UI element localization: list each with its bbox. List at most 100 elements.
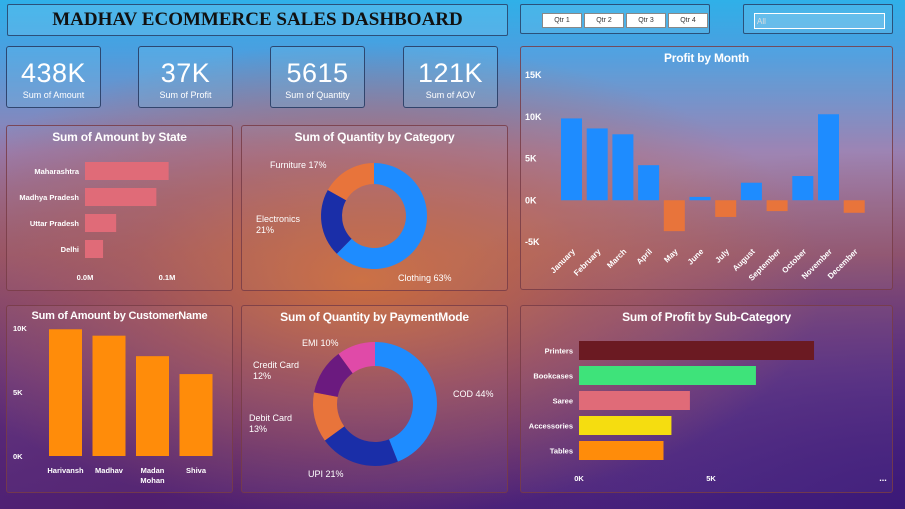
customer-bar <box>92 335 126 456</box>
subcategory-bar <box>579 441 664 460</box>
month-bar <box>638 165 660 201</box>
month-bar <box>586 128 608 201</box>
month-bar <box>715 200 737 217</box>
category-label: 21% <box>256 225 274 235</box>
quantity-by-category-chart: Clothing 63% Electronics21% Furniture 17% <box>256 160 452 283</box>
month-label: June <box>686 247 706 267</box>
amount-by-customer-chart: 10K 5K 0K Harivansh Madhav MadanMohan Shiva <box>13 324 213 485</box>
amount-by-state-panel: Sum of Amount by State Maharashtra Madhya… <box>6 125 233 291</box>
customer-label: Harivansh <box>47 466 84 475</box>
subcategory-label: Bookcases <box>533 372 573 381</box>
quarter-slicer: Qtr 1 Qtr 2 Qtr 3 Qtr 4 <box>520 4 710 34</box>
x-tick-label: 0K <box>574 474 584 483</box>
chart-title: Profit by Month <box>664 51 749 65</box>
category-label: Furniture 17% <box>270 160 327 170</box>
customer-label: Mohan <box>140 476 165 485</box>
month-label: May <box>662 247 680 265</box>
more-options-icon: ... <box>879 473 887 483</box>
quarter-button-3[interactable]: Qtr 3 <box>626 13 666 28</box>
y-tick-label: 15K <box>525 70 542 80</box>
month-label: July <box>713 247 731 265</box>
payment-label: 12% <box>253 371 271 381</box>
amount-by-state-chart: Maharashtra Madhya Pradesh Uttar Pradesh De… <box>19 162 176 282</box>
kpi-card-profit: 37K Sum of Profit <box>138 46 233 108</box>
kpi-label: Sum of Amount <box>22 90 85 100</box>
subcategory-bar <box>579 366 756 385</box>
payment-label: COD 44% <box>453 389 494 399</box>
y-tick-label: 5K <box>13 388 23 397</box>
payment-label: 13% <box>249 424 267 434</box>
quarter-button-4[interactable]: Qtr 4 <box>668 13 708 28</box>
category-label: Electronics <box>256 214 301 224</box>
filter-input[interactable] <box>754 13 885 29</box>
quarter-button-1[interactable]: Qtr 1 <box>542 13 582 28</box>
amount-by-customer-panel: Sum of Amount by CustomerName 10K 5K 0K Har… <box>6 305 233 493</box>
kpi-label: Sum of Quantity <box>285 90 350 100</box>
customer-label: Madhav <box>95 466 124 475</box>
customer-bar <box>179 374 213 456</box>
profit-by-subcategory-panel: Sum of Profit by Sub-Category Printers Bo… <box>520 305 893 493</box>
profit-by-month-chart: 15K10K5K0K-5KJanuaryFebruary March April Ma… <box>525 70 865 283</box>
state-bar <box>85 240 104 258</box>
month-bar <box>612 134 634 201</box>
category-label: Clothing 63% <box>398 273 452 283</box>
kpi-card-amount: 438K Sum of Amount <box>6 46 101 108</box>
kpi-value: 37K <box>160 58 211 88</box>
quantity-by-payment-chart: COD 44% UPI 21% Debit Card13% Credit Card12… <box>249 338 494 479</box>
month-bar <box>561 118 582 201</box>
kpi-value: 121K <box>417 58 484 88</box>
state-bar <box>85 188 157 206</box>
month-label: March <box>605 247 628 270</box>
subcategory-bar <box>579 416 672 435</box>
subcategory-bar <box>579 391 690 410</box>
quarter-button-2[interactable]: Qtr 2 <box>584 13 624 28</box>
subcategory-bar <box>579 341 815 360</box>
kpi-label: Sum of AOV <box>425 90 476 100</box>
chart-title: Sum of Quantity by PaymentMode <box>280 310 469 324</box>
chart-title: Sum of Amount by CustomerName <box>31 310 208 322</box>
chart-title: Sum of Quantity by Category <box>294 130 455 144</box>
month-bar <box>818 114 839 201</box>
state-bar <box>85 162 169 180</box>
y-tick-label: -5K <box>525 237 540 247</box>
payment-label: Credit Card <box>253 360 299 370</box>
state-label: Madhya Pradesh <box>19 193 79 202</box>
payment-label: EMI 10% <box>302 338 339 348</box>
chart-title: Sum of Amount by State <box>52 130 187 144</box>
customer-bar <box>49 329 82 456</box>
y-tick-label: 10K <box>525 112 542 122</box>
month-label: February <box>572 247 603 278</box>
x-tick-label: 0.0M <box>77 273 94 282</box>
y-tick-label: 10K <box>13 324 27 333</box>
kpi-value: 5615 <box>286 58 349 88</box>
payment-label: Debit Card <box>249 413 292 423</box>
month-bar <box>766 200 788 212</box>
quantity-by-payment-panel: Sum of Quantity by PaymentMode COD 44% UP… <box>241 305 508 493</box>
subcategory-label: Printers <box>545 347 573 356</box>
y-tick-label: 0K <box>525 195 537 205</box>
month-bar <box>663 200 685 232</box>
state-label: Uttar Pradesh <box>30 219 80 228</box>
dashboard-title: MADHAV ECOMMERCE SALES DASHBOARD <box>52 9 463 30</box>
kpi-card-quantity: 5615 Sum of Quantity <box>270 46 365 108</box>
subcategory-label: Tables <box>550 447 573 456</box>
state-label: Maharashtra <box>34 167 79 176</box>
dashboard-title-box: MADHAV ECOMMERCE SALES DASHBOARD <box>7 4 508 36</box>
chart-title: Sum of Profit by Sub-Category <box>622 310 791 324</box>
state-label: Delhi <box>61 245 79 254</box>
subcategory-label: Saree <box>553 397 573 406</box>
kpi-label: Sum of Profit <box>159 90 212 100</box>
month-bar <box>843 200 865 213</box>
kpi-value: 438K <box>20 58 87 88</box>
profit-by-subcategory-chart: Printers Bookcases Saree Accessories Tables 0… <box>529 341 887 483</box>
month-label: April <box>635 247 654 266</box>
x-tick-label: 0.1M <box>159 273 176 282</box>
state-bar <box>85 214 117 232</box>
quantity-by-category-panel: Sum of Quantity by Category Clothing 63%… <box>241 125 508 291</box>
month-bar <box>740 182 762 201</box>
filter-slicer <box>743 4 893 34</box>
y-tick-label: 0K <box>13 452 23 461</box>
payment-label: UPI 21% <box>308 469 344 479</box>
customer-label: Shiva <box>186 466 207 475</box>
customer-bar <box>136 356 169 456</box>
